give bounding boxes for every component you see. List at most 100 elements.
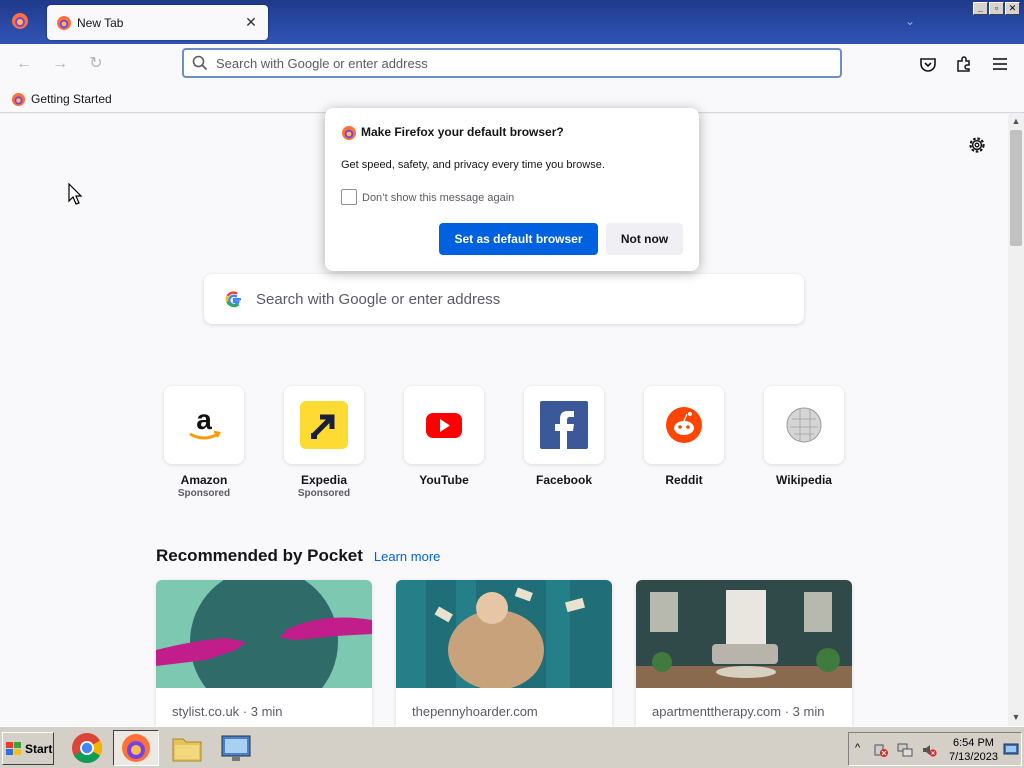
dialog-description: Get speed, safety, and privacy every tim… <box>341 159 605 171</box>
firefox-tab-icon <box>57 16 71 30</box>
tile-icon-box <box>404 386 484 464</box>
clock-time: 6:54 PM <box>953 737 994 749</box>
tile-icon-box <box>284 386 364 464</box>
start-button[interactable]: Start <box>2 732 54 765</box>
windows-logo-icon <box>6 741 21 755</box>
tile-icon-box: a <box>164 386 244 464</box>
chrome-icon <box>72 733 103 764</box>
back-button[interactable]: ← <box>14 54 34 74</box>
nav-bar: ← → ↻ <box>0 44 1024 84</box>
newtab-search-input[interactable] <box>256 288 776 310</box>
firefox-menu-icon[interactable] <box>11 12 29 30</box>
tile-sponsored: Sponsored <box>177 488 231 499</box>
youtube-icon <box>426 413 462 438</box>
tile-label: Wikipedia <box>776 473 832 487</box>
pocket-icon[interactable] <box>918 54 938 74</box>
top-site-youtube[interactable]: YouTube <box>404 386 484 487</box>
expedia-icon <box>300 401 348 449</box>
top-site-expedia[interactable]: Expedia Sponsored <box>284 386 364 499</box>
start-label: Start <box>25 741 53 756</box>
card-image <box>396 580 612 690</box>
bookmark-getting-started[interactable]: Getting Started <box>11 90 112 108</box>
firefox-bookmark-icon <box>11 92 26 106</box>
network-icon[interactable] <box>897 742 913 758</box>
network-error-icon[interactable] <box>873 742 889 758</box>
not-now-button[interactable]: Not now <box>606 223 683 255</box>
top-site-facebook[interactable]: Facebook <box>524 386 604 487</box>
tab-title: New Tab <box>77 16 124 30</box>
scroll-down-icon[interactable]: ▼ <box>1008 710 1024 724</box>
default-browser-dialog: Make Firefox your default browser? Get s… <box>325 108 699 271</box>
restore-button[interactable]: ▫ <box>989 2 1004 15</box>
system-tray: ^ 6:54 PM 7/13/2023 <box>848 732 1022 766</box>
menu-icon[interactable] <box>990 54 1010 74</box>
wikipedia-icon <box>786 407 822 443</box>
card-source: stylist.co.uk · 3 min <box>172 704 283 719</box>
svg-text:a: a <box>196 404 212 435</box>
tile-icon-box <box>644 386 724 464</box>
taskbar-file-explorer[interactable] <box>164 730 210 766</box>
scroll-up-icon[interactable]: ▲ <box>1008 114 1024 128</box>
pocket-learn-more-link[interactable]: Learn more <box>374 549 440 564</box>
address-bar[interactable] <box>182 48 842 78</box>
file-explorer-icon <box>172 738 202 762</box>
firefox-icon <box>122 734 150 762</box>
tray-expand-icon[interactable]: ^ <box>855 742 860 754</box>
taskbar-firefox[interactable] <box>113 730 159 766</box>
pocket-card[interactable]: stylist.co.uk · 3 min <box>156 580 372 726</box>
mouse-cursor-icon <box>68 183 82 205</box>
set-default-browser-button[interactable]: Set as default browser <box>439 223 598 255</box>
firefox-logo-icon <box>342 126 356 140</box>
pocket-card[interactable]: thepennyhoarder.com <box>396 580 612 726</box>
top-sites: a Amazon Sponsored Expedia Sponsored You… <box>164 386 864 506</box>
gear-icon[interactable] <box>967 135 987 155</box>
tile-icon-box <box>764 386 844 464</box>
top-site-wikipedia[interactable]: Wikipedia <box>764 386 844 487</box>
volume-muted-icon[interactable] <box>921 742 937 758</box>
card-image <box>636 580 852 688</box>
pocket-card[interactable]: apartmenttherapy.com · 3 min <box>636 580 852 726</box>
tile-icon-box <box>524 386 604 464</box>
extensions-icon[interactable] <box>954 54 974 74</box>
forward-button[interactable]: → <box>50 54 70 74</box>
tile-label: Amazon <box>180 473 228 487</box>
tab-list-chevron-icon[interactable]: ⌄ <box>902 14 918 30</box>
dont-show-again-checkbox[interactable] <box>341 189 357 205</box>
reload-button[interactable]: ↻ <box>86 54 106 74</box>
top-site-reddit[interactable]: Reddit <box>644 386 724 487</box>
facebook-icon <box>540 401 588 449</box>
close-window-button[interactable]: ✕ <box>1005 2 1020 15</box>
tab-close-icon[interactable]: ✕ <box>242 13 260 31</box>
pocket-title: Recommended by Pocket <box>156 546 363 565</box>
show-desktop-icon[interactable] <box>1003 741 1019 757</box>
google-icon <box>225 291 241 308</box>
scrollbar-thumb[interactable] <box>1010 130 1022 246</box>
tile-label: Facebook <box>535 473 592 487</box>
tab-new-tab[interactable]: New Tab ✕ <box>47 5 268 40</box>
taskbar-chrome[interactable] <box>64 730 110 766</box>
newtab-search-box[interactable] <box>204 274 804 324</box>
pocket-header: Recommended by Pocket Learn more <box>156 546 440 566</box>
tile-label: Reddit <box>665 473 703 487</box>
window-controls: _ ▫ ✕ <box>973 2 1020 16</box>
tile-label: Expedia <box>300 473 348 487</box>
taskbar: Start ^ 6:54 PM 7/13/2023 <box>0 726 1024 768</box>
dialog-title: Make Firefox your default browser? <box>361 125 564 139</box>
bookmark-label: Getting Started <box>31 92 112 106</box>
clock-date: 7/13/2023 <box>949 751 998 763</box>
card-image <box>156 580 372 716</box>
tile-sponsored: Sponsored <box>297 488 351 499</box>
minimize-button[interactable]: _ <box>973 2 988 15</box>
control-panel-icon <box>221 735 251 761</box>
amazon-icon: a <box>189 404 221 440</box>
card-source: thepennyhoarder.com <box>412 704 538 719</box>
taskbar-control-panel[interactable] <box>213 730 259 766</box>
card-source: apartmenttherapy.com · 3 min <box>652 704 825 719</box>
tile-label: YouTube <box>419 473 469 487</box>
top-site-amazon[interactable]: a Amazon Sponsored <box>164 386 244 499</box>
dont-show-again-label[interactable]: Don’t show this message again <box>362 192 514 204</box>
title-bar: New Tab ✕ ⌄ _ ▫ ✕ <box>0 0 1024 44</box>
address-input[interactable] <box>216 53 816 73</box>
search-icon <box>192 55 208 71</box>
page-scrollbar[interactable]: ▲ ▼ <box>1008 114 1024 726</box>
